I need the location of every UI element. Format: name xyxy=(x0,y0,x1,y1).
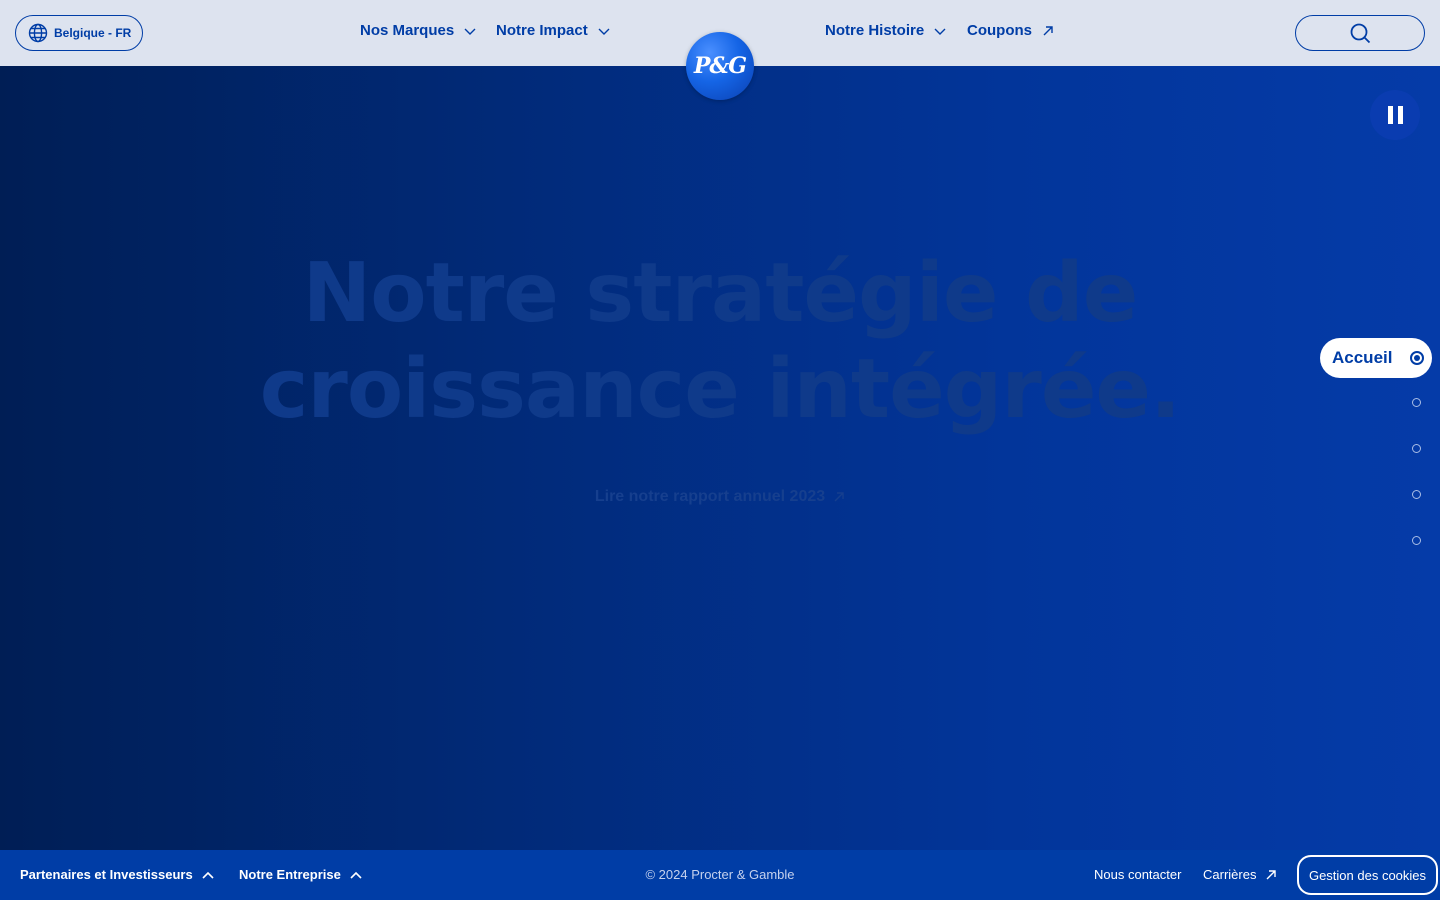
nav-item-nos-marques[interactable]: Nos Marques xyxy=(360,22,476,39)
pause-icon xyxy=(1387,106,1393,124)
external-arrow-icon xyxy=(1266,869,1277,879)
nav-label: Notre Impact xyxy=(496,22,588,39)
section-nav-label: Accueil xyxy=(1332,348,1393,367)
external-arrow-icon xyxy=(834,492,844,502)
locale-label: Belgique - FR xyxy=(54,26,132,40)
search-button[interactable] xyxy=(1295,15,1425,51)
pause-button[interactable] xyxy=(1370,90,1420,140)
hero-section: Notre stratégie de croissance intégrée. … xyxy=(0,66,1440,850)
locale-selector-button[interactable]: Belgique - FR xyxy=(15,15,144,51)
contact-label: Nous contacter xyxy=(1094,867,1182,882)
annual-report-label: Lire notre rapport annuel 2023 xyxy=(594,488,826,505)
active-dot-icon xyxy=(1410,351,1424,365)
careers-label: Carrières xyxy=(1203,867,1257,882)
section-nav-dot[interactable] xyxy=(1412,398,1421,407)
globe-icon xyxy=(28,23,48,43)
logo-text: P&G xyxy=(693,53,747,79)
headline-line-1: Notre stratégie de xyxy=(302,246,1139,341)
careers-link[interactable]: Carrières xyxy=(1203,867,1278,882)
section-nav-dot[interactable] xyxy=(1412,536,1421,545)
annual-report-link[interactable]: Lire notre rapport annuel 2023 xyxy=(0,488,1440,506)
site-footer: Partenaires et Investisseurs Notre Entre… xyxy=(0,850,1440,900)
nav-item-coupons[interactable]: Coupons xyxy=(967,22,1054,39)
cookie-settings-button[interactable]: Gestion des cookies xyxy=(1297,855,1438,895)
chevron-down-icon xyxy=(464,28,476,35)
contact-link[interactable]: Nous contacter xyxy=(1094,867,1181,882)
hero-headline: Notre stratégie de croissance intégrée. xyxy=(0,246,1440,438)
nav-item-notre-impact[interactable]: Notre Impact xyxy=(496,22,610,39)
section-nav-dot[interactable] xyxy=(1412,444,1421,453)
section-nav-accueil[interactable]: Accueil xyxy=(1320,338,1432,378)
cookie-settings-label: Gestion des cookies xyxy=(1308,867,1427,883)
pause-icon-bar xyxy=(1397,106,1403,124)
nav-label: Nos Marques xyxy=(360,22,455,39)
nav-label: Notre Histoire xyxy=(825,22,925,39)
pg-logo[interactable]: P&G xyxy=(686,32,754,100)
chevron-down-icon xyxy=(598,28,610,35)
search-icon xyxy=(1350,23,1371,44)
section-nav-dot[interactable] xyxy=(1412,490,1421,499)
external-arrow-icon xyxy=(1043,25,1053,35)
nav-item-notre-histoire[interactable]: Notre Histoire xyxy=(825,22,946,39)
nav-label: Coupons xyxy=(967,22,1032,39)
headline-line-2: croissance intégrée. xyxy=(259,342,1181,437)
chevron-down-icon xyxy=(934,28,946,35)
